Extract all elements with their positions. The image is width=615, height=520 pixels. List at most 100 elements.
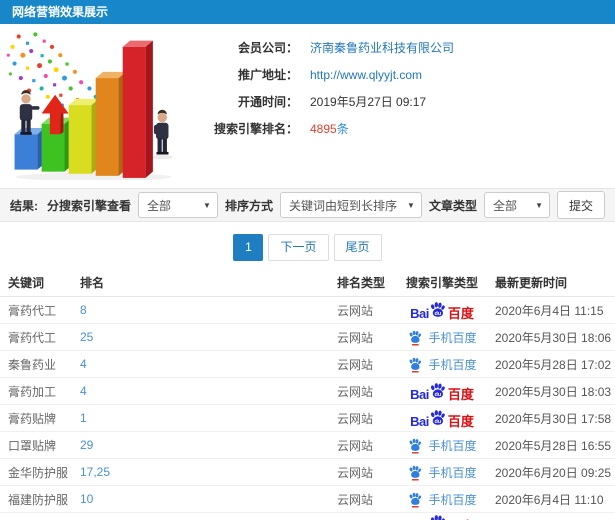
svg-text:du: du [434, 392, 441, 398]
header-rank: 排名 [80, 276, 105, 290]
info-section: 会员公司： 济南秦鲁药业科技有限公司 推广地址： http://www.qlyy… [0, 24, 615, 188]
rank-link[interactable]: 8 [80, 303, 337, 317]
baidu-logo: Bai du 百度 [410, 300, 474, 320]
promo-url-link[interactable]: http://www.qlyyjt.com [310, 68, 422, 82]
engine-type-cell: Bai du 百度 [397, 408, 487, 428]
table-row: 金华防护服 17,25 云网站 手机百度 2020年6月20日 09:25 [0, 459, 615, 486]
filter-bar: 结果: 分搜索引擎查看 全部 ▼ 排序方式 关键词由短到长排序 ▼ 文章类型 全… [0, 188, 615, 222]
keyword-cell: 膏药代工 [8, 303, 57, 318]
rank-link[interactable]: 4 [80, 357, 337, 371]
engine-type-cell: 手机百度 [397, 356, 487, 373]
rank-count-unit: 条 [336, 122, 349, 136]
results-table-body: 膏药代工 8 云网站 Bai du 百度 2020年6月4日 11:15 膏药代… [0, 297, 615, 520]
keyword-cell: 膏药加工 [8, 384, 57, 399]
rank-type-cell: 云网站 [337, 330, 374, 345]
engine-type-cell: Bai du 百度 [397, 513, 487, 520]
rank-link[interactable]: 25 [80, 330, 337, 344]
svg-text:du: du [434, 419, 441, 425]
pagination: 1 下一页 尾页 [0, 222, 615, 265]
table-row: 膏药贴牌 1 云网站 Bai du 百度 2020年5月30日 17:58 [0, 405, 615, 432]
last-page-button[interactable]: 尾页 [333, 234, 382, 261]
baidu-logo: Bai du 百度 [410, 513, 474, 520]
article-type-value: 全部 [492, 198, 517, 213]
table-header-row: 关键词 排名 排名类型 搜索引擎类型 最新更新时间 [0, 269, 615, 297]
engine-type-cell: Bai du 百度 [397, 381, 487, 401]
info-row-open-time: 开通时间： 2019年5月27日 09:17 [182, 88, 454, 115]
filter-controls: 分搜索引擎查看 全部 ▼ 排序方式 关键词由短到长排序 ▼ 文章类型 全部 ▼ … [47, 191, 605, 219]
rank-type-cell: 云网站 [337, 411, 374, 426]
open-time-label: 开通时间： [237, 95, 298, 109]
rank-link[interactable]: 29 [80, 438, 337, 452]
mobile-baidu-paw-icon [410, 357, 422, 372]
updated-time-cell: 2020年6月4日 11:15 [495, 303, 604, 318]
header-engine-type: 搜索引擎类型 [405, 276, 478, 290]
bar-orange-icon [95, 71, 126, 176]
mobile-baidu-paw-icon [410, 465, 422, 480]
rank-type-cell: 云网站 [337, 465, 374, 480]
article-type-label: 文章类型 [428, 198, 477, 213]
table-row: Bai du 百度 [0, 513, 615, 520]
results-label: 结果: [10, 198, 38, 213]
rank-link[interactable]: 10 [80, 492, 337, 506]
updated-time-cell: 2020年5月28日 17:02 [495, 357, 612, 372]
baidu-logo: Bai du 百度 [410, 408, 474, 428]
chevron-down-icon: ▼ [535, 200, 543, 210]
info-row-rank-count: 搜索引擎排名： 4895 条 [182, 115, 454, 142]
updated-time-cell: 2020年5月30日 18:03 [495, 384, 612, 399]
info-row-company: 会员公司： 济南秦鲁药业科技有限公司 [182, 34, 454, 61]
chevron-down-icon: ▼ [203, 200, 211, 210]
open-time-value: 2019年5月27日 09:17 [310, 95, 427, 109]
baidu-paw-icon: du [430, 410, 445, 425]
next-page-button[interactable]: 下一页 [268, 234, 329, 261]
keyword-cell: 膏药贴牌 [8, 411, 57, 426]
keyword-cell: 福建防护服 [8, 492, 69, 507]
growth-bar-chart-illustration [0, 24, 182, 182]
article-type-select[interactable]: 全部 ▼ [483, 192, 550, 218]
mobile-baidu-badge: 手机百度 [407, 437, 477, 454]
table-row: 福建防护服 10 云网站 手机百度 2020年6月4日 11:10 [0, 486, 615, 513]
rank-type-cell: 云网站 [337, 357, 374, 372]
rank-type-cell: 云网站 [337, 492, 374, 507]
engine-type-cell: 手机百度 [397, 437, 487, 454]
sort-select-value: 关键词由短到长排序 [288, 198, 397, 213]
rank-link[interactable]: 1 [80, 411, 337, 425]
updated-time-cell: 2020年6月4日 11:10 [495, 492, 604, 507]
bar-yellow-icon [68, 98, 99, 174]
engine-filter-label: 分搜索引擎查看 [46, 198, 131, 213]
engine-type-cell: 手机百度 [397, 464, 487, 481]
engine-select[interactable]: 全部 ▼ [137, 192, 218, 218]
mobile-baidu-badge: 手机百度 [407, 464, 477, 481]
rank-link[interactable]: 4 [80, 384, 337, 398]
promo-url-label: 推广地址： [237, 68, 298, 82]
table-row: 膏药加工 4 云网站 Bai du 百度 2020年5月30日 18:03 [0, 378, 615, 405]
header-updated: 最新更新时间 [495, 276, 568, 290]
company-info-panel: 会员公司： 济南秦鲁药业科技有限公司 推广地址： http://www.qlyy… [182, 24, 454, 188]
table-row: 膏药代工 25 云网站 手机百度 2020年5月30日 18:06 [0, 324, 615, 351]
company-name-link[interactable]: 济南秦鲁药业科技有限公司 [310, 39, 454, 56]
updated-time-cell: 2020年5月30日 17:58 [495, 411, 612, 426]
rank-type-cell: 云网站 [337, 303, 374, 318]
titlebar: 网络营销效果展示 [0, 0, 615, 24]
mobile-baidu-paw-icon [410, 330, 422, 345]
updated-time-cell: 2020年5月30日 18:06 [495, 330, 612, 345]
baidu-logo: Bai du 百度 [410, 381, 474, 401]
keyword-cell: 膏药代工 [8, 330, 57, 345]
table-row: 口罩贴牌 29 云网站 手机百度 2020年5月28日 16:55 [0, 432, 615, 459]
header-keyword: 关键词 [8, 276, 45, 290]
sort-select[interactable]: 关键词由短到长排序 ▼ [279, 192, 422, 218]
header-rank-type: 排名类型 [337, 276, 386, 290]
svg-text:du: du [434, 311, 441, 317]
page-title: 网络营销效果展示 [12, 5, 109, 19]
keyword-cell: 口罩贴牌 [8, 438, 57, 453]
mobile-baidu-paw-icon [410, 492, 422, 507]
table-row: 膏药代工 8 云网站 Bai du 百度 2020年6月4日 11:15 [0, 297, 615, 324]
page-number-current[interactable]: 1 [233, 234, 264, 261]
engine-type-cell: 手机百度 [397, 329, 487, 346]
rank-link[interactable]: 17,25 [80, 465, 337, 479]
submit-button[interactable]: 提交 [556, 191, 605, 219]
mobile-baidu-badge: 手机百度 [407, 356, 477, 373]
chevron-down-icon: ▼ [407, 200, 415, 210]
sort-filter-label: 排序方式 [224, 198, 273, 213]
baidu-paw-icon: du [430, 383, 445, 398]
updated-time-cell: 2020年6月20日 09:25 [495, 465, 612, 480]
